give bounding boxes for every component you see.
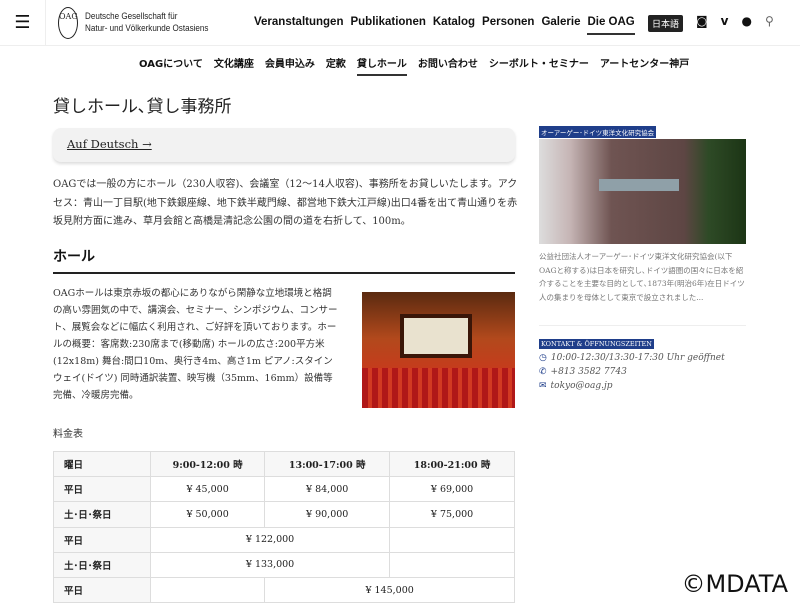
sidebar-tag-oag: オーアーゲー･ドイツ東洋文化研究協会 bbox=[539, 126, 657, 138]
header-evening: 18:00-21:00 時 bbox=[389, 450, 515, 478]
table-row: 平日 ¥ 145,000 bbox=[53, 576, 515, 603]
sidebar-divider bbox=[539, 325, 746, 326]
cell-price: ¥ 84,000 bbox=[264, 476, 391, 503]
page-title: 貸しホール､貸し事務所 bbox=[53, 97, 232, 117]
cell-day: 土･日･祭日 bbox=[53, 551, 151, 578]
cell-day: 平日 bbox=[53, 576, 151, 603]
phone-icon: ✆ bbox=[539, 367, 547, 377]
subnav-statutes[interactable]: 定款 bbox=[326, 55, 346, 76]
mail-icon: ✉ bbox=[539, 381, 547, 391]
nav-publikationen[interactable]: Publikationen bbox=[350, 16, 425, 35]
cell-day: 土･日･祭日 bbox=[53, 501, 151, 528]
table-row: 平日 ¥ 45,000 ¥ 84,000 ¥ 69,000 bbox=[53, 476, 515, 503]
cell-price: ¥ 45,000 bbox=[149, 476, 266, 503]
table-row: 土･日･祭日 ¥ 50,000 ¥ 90,000 ¥ 75,000 bbox=[53, 501, 515, 528]
clock-icon: ◷ bbox=[539, 353, 547, 363]
nav-katalog[interactable]: Katalog bbox=[433, 16, 475, 35]
table-row: 土･日･祭日 ¥ 133,000 bbox=[53, 551, 515, 578]
search-icon[interactable]: ⚲ bbox=[765, 14, 774, 28]
nav-personen[interactable]: Personen bbox=[482, 16, 534, 35]
subnav-lectures[interactable]: 文化講座 bbox=[214, 55, 254, 76]
header-afternoon: 13:00-17:00 時 bbox=[264, 450, 391, 478]
cell-price: ¥ 50,000 bbox=[149, 501, 266, 528]
subnav-about[interactable]: OAGについて bbox=[139, 55, 203, 76]
sidebar-tag-contact: KONTAKT & ÖFFNUNGSZEITEN bbox=[539, 339, 654, 349]
header-morning: 9:00-12:00 時 bbox=[149, 450, 266, 478]
nav-galerie[interactable]: Galerie bbox=[541, 16, 580, 35]
vimeo-icon[interactable]: v bbox=[721, 14, 729, 28]
cell-empty bbox=[149, 576, 266, 603]
cell-price: ¥ 122,000 bbox=[149, 526, 391, 553]
cell-price: ¥ 69,000 bbox=[389, 476, 515, 503]
sub-nav: OAGについて 文化講座 会員申込み 定款 貸しホール お問い合わせ シーボルト… bbox=[139, 55, 689, 76]
nav-die-oag[interactable]: Die OAG bbox=[587, 16, 635, 35]
nav-veranstaltungen[interactable]: Veranstaltungen bbox=[254, 16, 343, 35]
menu-icon[interactable]: ☰ bbox=[0, 0, 46, 46]
price-table: 曜日 9:00-12:00 時 13:00-17:00 時 18:00-21:0… bbox=[53, 450, 515, 603]
instagram-icon[interactable]: ◙ bbox=[696, 14, 708, 28]
subnav-hall-rental[interactable]: 貸しホール bbox=[356, 55, 407, 76]
subnav-contact[interactable]: お問い合わせ bbox=[418, 55, 478, 76]
cell-price: ¥ 75,000 bbox=[389, 501, 515, 528]
cell-price: ¥ 145,000 bbox=[264, 576, 515, 603]
table-header-row: 曜日 9:00-12:00 時 13:00-17:00 時 18:00-21:0… bbox=[53, 450, 515, 478]
phone-link[interactable]: +813 3582 7743 bbox=[551, 367, 627, 377]
cell-price: ¥ 90,000 bbox=[264, 501, 391, 528]
intro-text: OAGでは一般の方にホール（230人収容)、会議室（12～14人収容)、事務所を… bbox=[53, 179, 518, 227]
main-nav: Veranstaltungen Publikationen Katalog Pe… bbox=[254, 16, 635, 35]
sidebar-about-text: 公益社団法人オーアーゲー･ドイツ東洋文化研究協会(以下OAGと称する)は日本を研… bbox=[539, 252, 745, 302]
hall-photo bbox=[362, 292, 515, 408]
german-version-link[interactable]: Auf Deutsch → bbox=[53, 128, 515, 162]
header-day: 曜日 bbox=[53, 450, 151, 478]
hall-heading: ホール bbox=[53, 246, 515, 274]
cell-empty bbox=[389, 551, 515, 578]
hall-description: OAGホールは東京赤坂の都心にありながら閑静な立地環境と格調の高い雰囲気の中で、… bbox=[53, 288, 338, 401]
opening-hours: 10:00-12:30/13:30-17:30 Uhr geöffnet bbox=[550, 353, 725, 363]
cell-day: 平日 bbox=[53, 476, 151, 503]
cell-day: 平日 bbox=[53, 526, 151, 553]
language-button[interactable]: 日本語 bbox=[648, 15, 684, 32]
contact-block: ◷ 10:00-12:30/13:30-17:30 Uhr geöffnet ✆ +… bbox=[539, 351, 725, 393]
building-photo bbox=[539, 139, 746, 244]
subnav-art-center-kobe[interactable]: アートセンター神戸 bbox=[600, 55, 689, 76]
price-table-caption: 料金表 bbox=[53, 429, 83, 440]
facebook-icon[interactable]: ● bbox=[741, 14, 751, 28]
logo[interactable]: OAG Deutsche Gesellschaft für Natur- und … bbox=[58, 6, 230, 39]
subnav-siebold-seminar[interactable]: シーボルト・セミナー bbox=[489, 55, 589, 76]
logo-line1: Deutsche Gesellschaft für bbox=[85, 10, 178, 22]
cell-price: ¥ 133,000 bbox=[149, 551, 391, 578]
watermark: ©MDATA bbox=[681, 570, 788, 598]
cell-empty bbox=[389, 526, 515, 553]
logo-mark: OAG bbox=[58, 6, 78, 39]
email-link[interactable]: tokyo@oag.jp bbox=[551, 381, 613, 391]
table-row: 平日 ¥ 122,000 bbox=[53, 526, 515, 553]
subnav-membership[interactable]: 会員申込み bbox=[265, 55, 315, 76]
logo-line2: Natur- und Völkerkunde Ostasiens bbox=[85, 22, 209, 34]
